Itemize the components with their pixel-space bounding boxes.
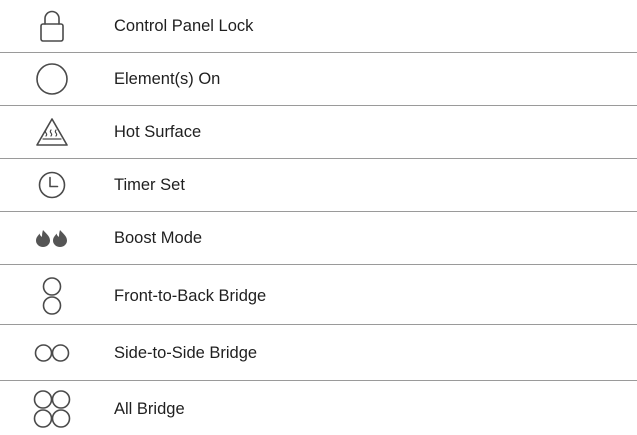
legend-label: Element(s) On xyxy=(114,70,221,88)
divider xyxy=(0,324,637,325)
legend-label: Hot Surface xyxy=(114,123,202,141)
legend-row-timer-set: Timer Set xyxy=(0,159,637,211)
hot-surface-icon xyxy=(24,106,80,158)
legend-label: Boost Mode xyxy=(114,229,203,247)
indicator-legend: Control Panel Lock Element(s) On Hot Sur… xyxy=(0,0,637,435)
legend-label: Control Panel Lock xyxy=(114,17,254,35)
legend-row-hot-surface: Hot Surface xyxy=(0,106,637,158)
legend-label: Front-to-Back Bridge xyxy=(114,287,267,305)
divider xyxy=(0,264,637,265)
front-to-back-bridge-icon xyxy=(24,270,80,322)
legend-row-boost-mode: Boost Mode xyxy=(0,212,637,264)
divider xyxy=(0,380,637,381)
legend-label: Side-to-Side Bridge xyxy=(114,344,258,362)
all-bridge-icon xyxy=(24,383,80,435)
legend-row-side-to-side-bridge: Side-to-Side Bridge xyxy=(0,327,637,379)
legend-row-front-to-back-bridge: Front-to-Back Bridge xyxy=(0,270,637,322)
flames-icon xyxy=(24,212,80,264)
legend-row-elements-on: Element(s) On xyxy=(0,53,637,105)
legend-label: Timer Set xyxy=(114,176,185,194)
legend-row-control-panel-lock: Control Panel Lock xyxy=(0,0,637,52)
side-to-side-bridge-icon xyxy=(24,327,80,379)
lock-icon xyxy=(24,0,80,52)
circle-icon xyxy=(24,53,80,105)
legend-label: All Bridge xyxy=(114,400,185,418)
clock-icon xyxy=(24,159,80,211)
legend-row-all-bridge: All Bridge xyxy=(0,383,637,435)
